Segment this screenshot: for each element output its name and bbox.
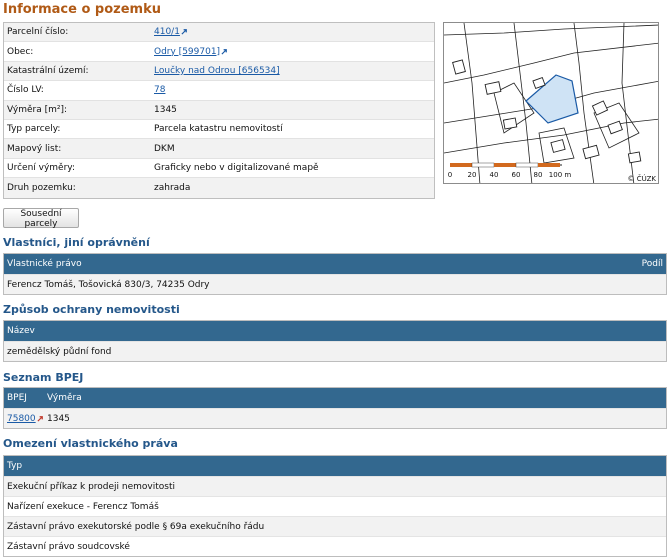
owner-cell: Ferencz Tomáš, Tošovická 830/3, 74235 Od… <box>7 279 210 290</box>
map-copyright: © ČÚZK <box>628 174 657 183</box>
table-row: Nařízení exekuce - Ferencz Tomáš <box>4 496 666 516</box>
info-row: Výměra [m²]: 1345 <box>4 101 434 120</box>
municipality-link[interactable]: Odry [599701] <box>154 47 220 57</box>
col-name: Název <box>7 326 35 336</box>
scale-label: 100 m <box>549 171 572 179</box>
restrictions-heading: Omezení vlastnického práva <box>3 437 178 450</box>
bpej-code-link[interactable]: 75800 <box>7 414 36 424</box>
info-label: Číslo LV: <box>7 85 44 96</box>
page-title: Informace o pozemku <box>3 2 161 17</box>
table-header: Vlastnické právo Podíl <box>4 254 666 274</box>
owners-heading: Vlastníci, jiní oprávnění <box>3 236 150 249</box>
col-type: Typ <box>7 461 23 471</box>
info-row: Druh pozemku: zahrada <box>4 178 434 197</box>
table-row: zemědělský půdní fond <box>4 341 666 361</box>
restriction-cell: Nařízení exekuce - Ferencz Tomáš <box>7 501 159 512</box>
protection-heading: Způsob ochrany nemovitosti <box>3 303 180 316</box>
parcel-info-table: Parcelní číslo: 410/1 Obec: Odry [599701… <box>3 22 435 199</box>
info-row: Číslo LV: 78 <box>4 81 434 101</box>
col-ownership: Vlastnické právo <box>7 259 82 269</box>
info-row: Mapový list: DKM <box>4 139 434 159</box>
info-value: DKM <box>154 143 175 154</box>
scale-label: 80 <box>534 171 543 179</box>
scale-label: 40 <box>490 171 499 179</box>
table-row: Zástavní právo soudcovské <box>4 536 666 556</box>
col-share: Podíl <box>641 259 663 269</box>
cadastral-map[interactable]: 0 20 40 60 80 100 m © ČÚZK <box>443 22 659 184</box>
protection-table: Název zemědělský půdní fond <box>3 320 667 362</box>
info-value: zahrada <box>154 182 191 193</box>
restriction-cell: Zástavní právo soudcovské <box>7 541 130 552</box>
info-label: Mapový list: <box>7 143 62 154</box>
info-row: Parcelní číslo: 410/1 <box>4 23 434 43</box>
owners-table: Vlastnické právo Podíl Ferencz Tomáš, To… <box>3 253 667 295</box>
table-row: Zástavní právo exekutorské podle § 69a e… <box>4 516 666 536</box>
table-header: BPEJ Výměra <box>4 388 666 408</box>
map-graphic: 0 20 40 60 80 100 m © ČÚZK <box>444 23 658 183</box>
table-header: Typ <box>4 456 666 476</box>
external-link-icon[interactable] <box>221 48 228 55</box>
table-row: 75800 1345 <box>4 408 666 428</box>
bpej-heading: Seznam BPEJ <box>3 371 84 384</box>
neighbor-parcels-button[interactable]: Sousední parcely <box>3 208 79 229</box>
info-label: Druh pozemku: <box>7 182 76 193</box>
table-header: Název <box>4 321 666 341</box>
info-label: Určení výměry: <box>7 162 76 173</box>
protection-cell: zemědělský půdní fond <box>7 346 112 357</box>
info-label: Parcelní číslo: <box>7 27 69 38</box>
info-row: Katastrální území: Loučky nad Odrou [656… <box>4 62 434 82</box>
table-row: Ferencz Tomáš, Tošovická 830/3, 74235 Od… <box>4 274 666 294</box>
info-label: Výměra [m²]: <box>7 104 68 115</box>
info-value: Parcela katastru nemovitostí <box>154 124 283 135</box>
info-value: 1345 <box>154 104 177 115</box>
info-row: Typ parcely: Parcela katastru nemovitost… <box>4 119 434 140</box>
info-row: Obec: Odry [599701] <box>4 42 434 62</box>
external-link-icon[interactable] <box>37 415 44 422</box>
scale-label: 60 <box>512 171 521 179</box>
scale-label: 0 <box>448 171 452 179</box>
cadastral-area-link[interactable]: Loučky nad Odrou [656534] <box>154 66 280 76</box>
scale-label: 20 <box>468 171 477 179</box>
bpej-table: BPEJ Výměra 75800 1345 <box>3 387 667 429</box>
external-link-icon[interactable] <box>181 28 188 35</box>
parcel-number-link[interactable]: 410/1 <box>154 27 180 37</box>
info-label: Obec: <box>7 46 34 57</box>
info-label: Katastrální území: <box>7 65 89 76</box>
restrictions-table: Typ Exekuční příkaz k prodeji nemovitost… <box>3 455 667 557</box>
info-row: Určení výměry: Graficky nebo v digitaliz… <box>4 158 434 179</box>
table-row: Exekuční příkaz k prodeji nemovitosti <box>4 476 666 496</box>
restriction-cell: Zástavní právo exekutorské podle § 69a e… <box>7 521 265 532</box>
info-label: Typ parcely: <box>7 124 61 135</box>
lv-number-link[interactable]: 78 <box>154 85 165 95</box>
col-bpej: BPEJ <box>7 393 27 403</box>
restriction-cell: Exekuční příkaz k prodeji nemovitosti <box>7 481 175 492</box>
bpej-area-cell: 1345 <box>47 413 70 424</box>
info-value: Graficky nebo v digitalizované mapě <box>154 162 319 173</box>
col-area: Výměra <box>47 393 82 403</box>
